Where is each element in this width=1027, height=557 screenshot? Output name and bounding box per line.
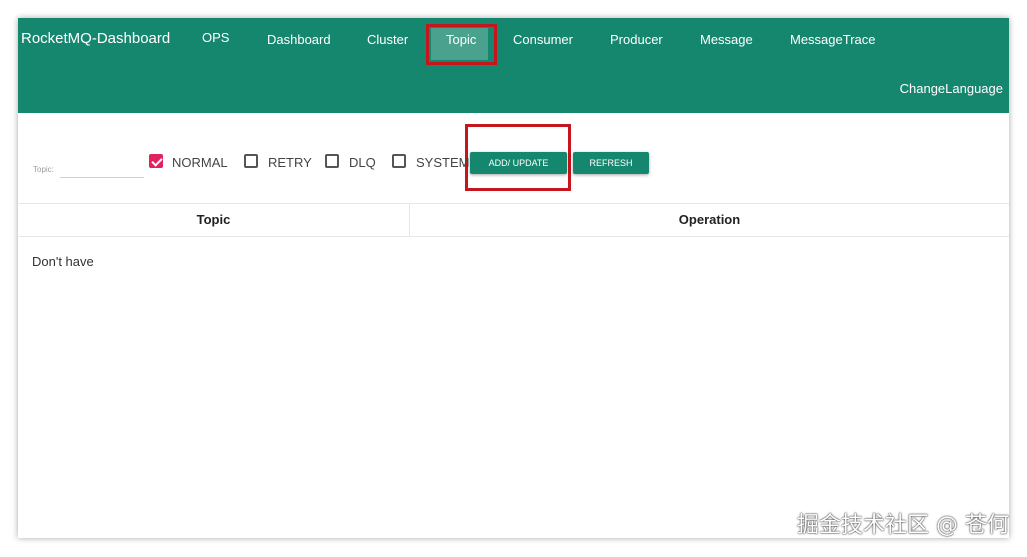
nav-item-cluster[interactable]: Cluster (367, 32, 408, 47)
nav-item-messagetrace[interactable]: MessageTrace (790, 32, 876, 47)
retry-checkbox[interactable] (244, 154, 258, 168)
add-update-button[interactable]: ADD/ UPDATE (470, 152, 567, 174)
topic-table-header: Topic Operation (18, 203, 1009, 237)
brand-title[interactable]: RocketMQ-Dashboard (21, 30, 170, 47)
normal-checkbox-label: NORMAL (172, 155, 228, 170)
column-header-operation: Operation (678, 212, 741, 227)
system-checkbox-label: SYSTEM (416, 155, 470, 170)
retry-checkbox-label: RETRY (268, 155, 312, 170)
app-window: RocketMQ-Dashboard OPS Dashboard Cluster… (18, 18, 1009, 538)
nav-item-producer[interactable]: Producer (610, 32, 663, 47)
nav-item-consumer[interactable]: Consumer (513, 32, 573, 47)
refresh-button[interactable]: REFRESH (573, 152, 649, 174)
empty-table-message: Don't have (32, 254, 94, 269)
topic-filter-label: Topic: (33, 165, 54, 174)
nav-item-ops[interactable]: OPS (202, 30, 229, 45)
dlq-checkbox-label: DLQ (349, 155, 376, 170)
nav-item-dashboard[interactable]: Dashboard (267, 32, 331, 47)
nav-item-message[interactable]: Message (700, 32, 753, 47)
change-language-link[interactable]: ChangeLanguage (900, 81, 1003, 96)
column-header-topic: Topic (196, 212, 231, 227)
normal-checkbox[interactable] (149, 154, 163, 168)
top-navbar: RocketMQ-Dashboard OPS Dashboard Cluster… (18, 18, 1009, 113)
watermark-text: 掘金技术社区 @ 苍何 (797, 513, 1009, 538)
system-checkbox[interactable] (392, 154, 406, 168)
topic-filter-input[interactable] (60, 163, 144, 178)
dlq-checkbox[interactable] (325, 154, 339, 168)
highlight-box-topic (426, 24, 497, 65)
